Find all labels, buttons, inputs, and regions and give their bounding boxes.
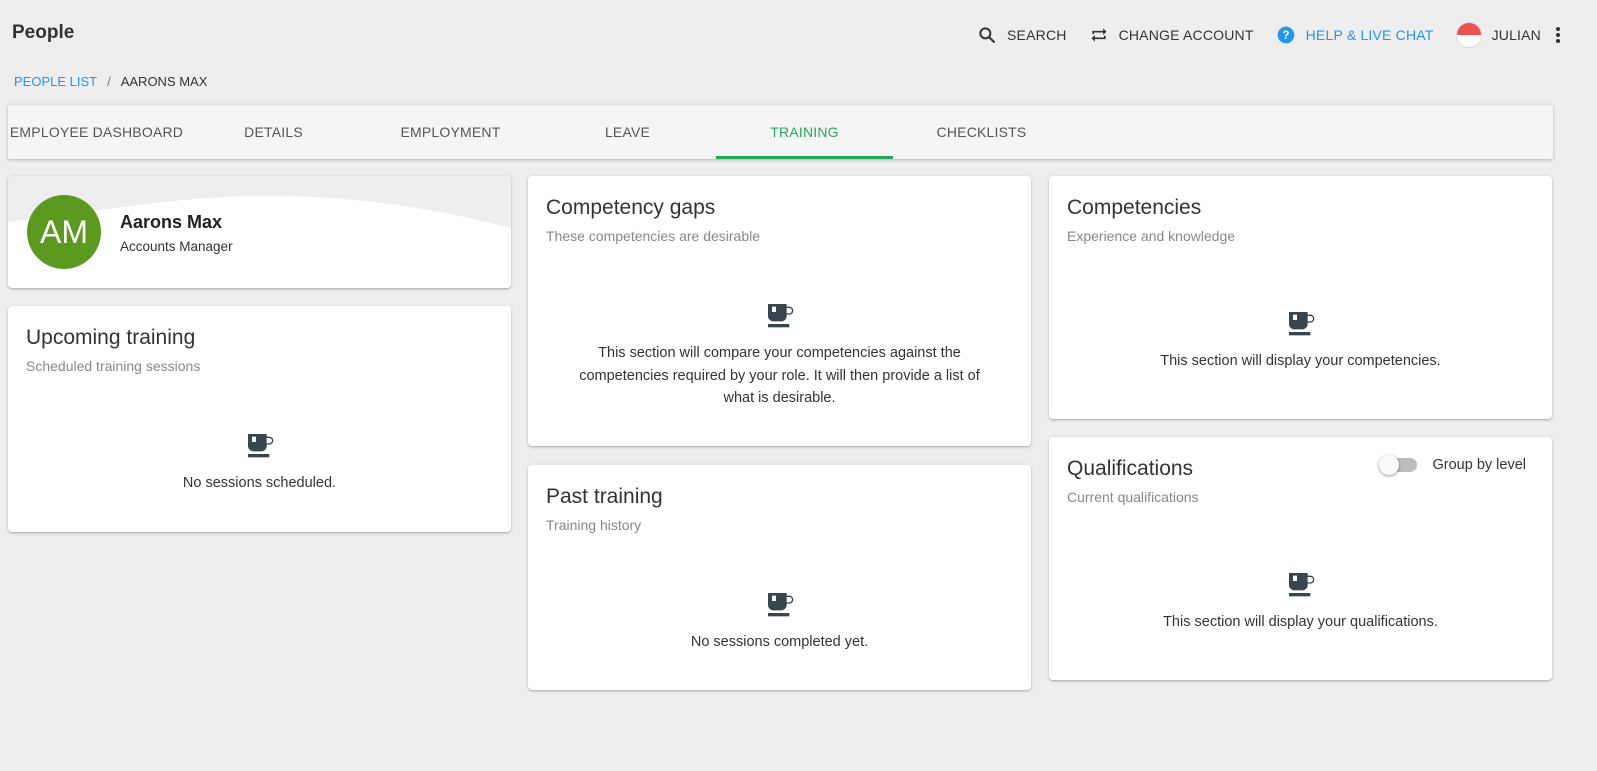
card-subtitle: Current qualifications xyxy=(1067,489,1199,505)
top-bar: People SEARCH CHANGE ACCOUNT ? HELP & LI… xyxy=(0,0,1597,68)
user-label: JULIAN xyxy=(1491,27,1541,43)
empty-state: This section will display your competenc… xyxy=(1049,308,1552,373)
empty-text-line: This section will compare your competenc… xyxy=(598,345,961,361)
app-title: People xyxy=(12,22,75,43)
help-icon: ? xyxy=(1277,26,1294,44)
more-vert-icon[interactable] xyxy=(1555,25,1561,45)
free-breakfast-icon xyxy=(767,304,793,328)
empty-text: No sessions completed yet. xyxy=(690,634,869,650)
empty-text-line: competencies required by your role. It w… xyxy=(579,367,980,384)
tab-checklists[interactable]: CHECKLISTS xyxy=(893,105,1070,159)
toggle-track[interactable] xyxy=(1378,455,1417,475)
tab-bar: EMPLOYEE DASHBOARD DETAILS EMPLOYMENT LE… xyxy=(8,105,1553,159)
change-account-label: CHANGE ACCOUNT xyxy=(1118,27,1254,43)
user-menu-button[interactable]: JULIAN xyxy=(1455,22,1541,48)
tab-details[interactable]: DETAILS xyxy=(185,105,362,159)
breadcrumb: PEOPLE LIST / AARONS MAX xyxy=(14,74,207,89)
profile-role: Accounts Manager xyxy=(120,239,233,254)
svg-text:?: ? xyxy=(1282,29,1289,42)
card-title: Competencies xyxy=(1067,196,1202,219)
toggle-label: Group by level xyxy=(1432,457,1527,473)
empty-text: This section will display your competenc… xyxy=(1160,353,1441,369)
tab-employee-dashboard[interactable]: EMPLOYEE DASHBOARD xyxy=(8,105,185,159)
help-label: HELP & LIVE CHAT xyxy=(1305,27,1434,43)
profile-card: AM Aarons Max Accounts Manager xyxy=(8,176,511,288)
card-title: Past training xyxy=(546,485,663,508)
free-breakfast-icon xyxy=(767,593,793,617)
toggle-thumb[interactable] xyxy=(1378,455,1399,475)
free-breakfast-icon xyxy=(1288,312,1314,336)
past-training-card: Past training Training history No sessio… xyxy=(528,465,1031,690)
help-live-chat-button[interactable]: ? HELP & LIVE CHAT xyxy=(1276,25,1434,45)
card-title: Upcoming training xyxy=(26,326,196,349)
profile-name: Aarons Max xyxy=(120,212,223,232)
free-breakfast-icon xyxy=(247,434,273,458)
card-title: Competency gaps xyxy=(546,196,716,219)
user-avatar xyxy=(1455,22,1482,48)
empty-text: No sessions scheduled. xyxy=(182,475,337,491)
empty-state: No sessions scheduled. xyxy=(8,430,511,495)
card-subtitle: Scheduled training sessions xyxy=(26,358,201,374)
swap-icon xyxy=(1091,28,1107,42)
empty-state: No sessions completed yet. xyxy=(528,589,1031,654)
card-title: Qualifications xyxy=(1067,457,1194,480)
empty-text: This section will display your qualifica… xyxy=(1163,614,1438,630)
card-subtitle: Experience and knowledge xyxy=(1067,228,1236,244)
card-subtitle: Training history xyxy=(546,517,642,533)
tab-employment[interactable]: EMPLOYMENT xyxy=(362,105,539,159)
tab-training[interactable]: TRAINING xyxy=(716,105,893,159)
profile-avatar: AM xyxy=(27,195,101,269)
competencies-card: Competencies Experience and knowledge Th… xyxy=(1049,176,1552,419)
search-icon xyxy=(979,27,996,44)
upcoming-training-card: Upcoming training Scheduled training ses… xyxy=(8,306,511,532)
card-subtitle: These competencies are desirable xyxy=(546,228,761,244)
breadcrumb-people-list[interactable]: PEOPLE LIST xyxy=(14,74,97,89)
empty-text-line: what is desirable. xyxy=(723,390,836,406)
competency-gaps-card: Competency gaps These competencies are d… xyxy=(528,176,1031,446)
tab-leave[interactable]: LEAVE xyxy=(539,105,716,159)
change-account-button[interactable]: CHANGE ACCOUNT xyxy=(1089,25,1254,45)
top-actions: SEARCH CHANGE ACCOUNT ? HELP & LIVE CHAT… xyxy=(955,22,1561,48)
search-button[interactable]: SEARCH xyxy=(977,25,1067,45)
free-breakfast-icon xyxy=(1288,573,1314,597)
qualifications-card: Qualifications Current qualifications Gr… xyxy=(1049,437,1552,680)
breadcrumb-current: AARONS MAX xyxy=(120,74,208,89)
breadcrumb-separator: / xyxy=(107,74,111,89)
empty-state: This section will compare your competenc… xyxy=(528,300,1031,410)
search-label: SEARCH xyxy=(1007,27,1067,43)
empty-state: This section will display your qualifica… xyxy=(1049,569,1552,634)
group-by-level-toggle[interactable]: Group by level xyxy=(1378,455,1527,475)
